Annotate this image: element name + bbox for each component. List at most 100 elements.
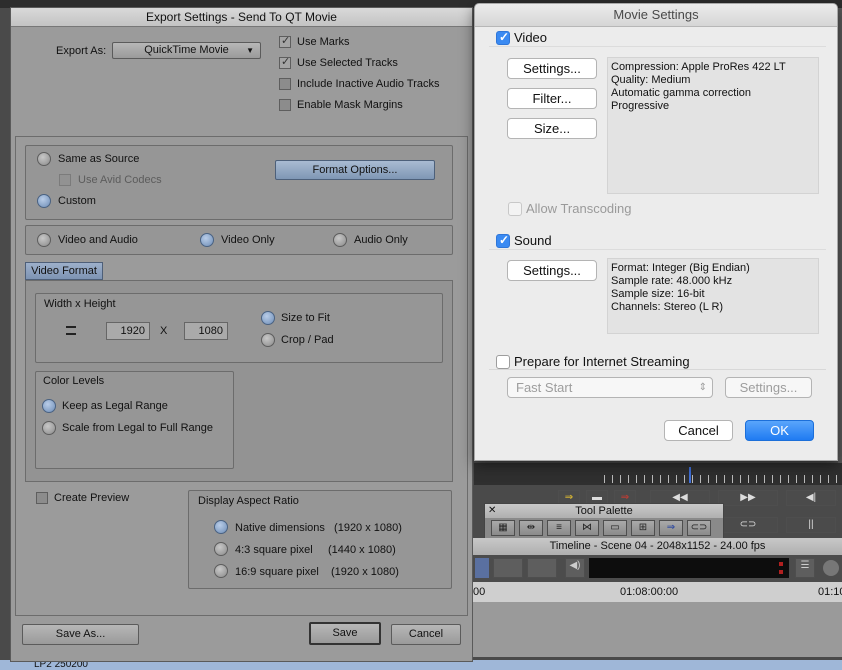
native-dimensions-radio[interactable] [214, 520, 228, 534]
video-and-audio-radio[interactable] [37, 233, 51, 247]
size-to-fit-radio[interactable] [261, 311, 275, 325]
size-group: Width x Height 1920 X 1080 Size to Fit C… [35, 293, 443, 363]
tool-segment-icon[interactable]: ▦ [491, 520, 515, 536]
sound-settings-button[interactable]: Settings... [507, 260, 597, 281]
tool-trim-icon[interactable]: ⇹ [519, 520, 543, 536]
use-avid-codecs-label: Use Avid Codecs [78, 174, 162, 186]
timeline-menu-icon[interactable]: ☰ [795, 558, 815, 578]
sixteen-nine-radio[interactable] [214, 564, 228, 578]
sound-info-box: Format: Integer (Big Endian) Sample rate… [607, 258, 819, 334]
height-field[interactable]: 1080 [184, 322, 228, 340]
use-avid-codecs-checkbox[interactable] [59, 174, 71, 186]
tool-grid-icon[interactable]: ⊞ [631, 520, 655, 536]
link-icon[interactable]: ⊂⊃ [718, 517, 778, 533]
custom-label: Custom [58, 195, 96, 207]
sixteen-nine-label: 16:9 square pixel (1920 x 1080) [235, 566, 399, 578]
export-settings-dialog: Export Settings - Send To QT Movie Expor… [10, 7, 473, 662]
audio-only-radio[interactable] [333, 233, 347, 247]
tool-palette-title: Tool Palette [485, 504, 723, 518]
export-dialog-title: Export Settings - Send To QT Movie [11, 8, 472, 27]
pause-icon[interactable]: || [786, 517, 836, 533]
use-marks-checkbox[interactable] [279, 34, 291, 48]
prepare-streaming-label: Prepare for Internet Streaming [514, 354, 690, 369]
timeline-tool-button-1[interactable] [493, 558, 523, 578]
tool-lift-icon[interactable]: ≡ [547, 520, 571, 536]
fast-forward-icon[interactable]: ▶▶ [718, 490, 778, 506]
tool-source-icon[interactable]: ▭ [603, 520, 627, 536]
aspect-ratio-group: Display Aspect Ratio Native dimensions (… [188, 490, 452, 589]
dropdown-arrow-icon: ▼ [246, 46, 254, 55]
audio-only-label: Audio Only [354, 234, 408, 246]
scale-legal-full-label: Scale from Legal to Full Range [62, 422, 214, 434]
enable-mask-margins-label: Enable Mask Margins [297, 99, 403, 111]
color-levels-group: Color Levels Keep as Legal Range Scale f… [35, 371, 234, 469]
prepare-streaming-checkbox[interactable] [496, 355, 510, 369]
ruler-ticks [604, 475, 842, 483]
speaker-icon[interactable]: ◀) [565, 558, 585, 578]
timeline-titlebar: Timeline - Scene 04 - 2048x1152 - 24.00 … [473, 538, 842, 556]
video-label: Video [514, 30, 548, 45]
four-three-radio[interactable] [214, 542, 228, 556]
width-field[interactable]: 1920 [106, 322, 150, 340]
timeline-tracks[interactable] [473, 602, 842, 657]
include-inactive-audio-checkbox[interactable] [279, 78, 291, 90]
export-as-label: Export As: [56, 45, 107, 57]
crop-pad-label: Crop / Pad [281, 334, 334, 346]
movie-cancel-button[interactable]: Cancel [664, 420, 733, 441]
format-options-button[interactable]: Format Options... [275, 160, 435, 180]
streaming-separator [489, 369, 826, 370]
timeline-track-button[interactable] [475, 558, 489, 578]
sound-label: Sound [514, 233, 552, 248]
crop-pad-radio[interactable] [261, 333, 275, 347]
use-selected-tracks-checkbox[interactable] [279, 55, 291, 69]
timeline-ruler[interactable] [474, 463, 842, 485]
export-as-select[interactable]: QuickTime Movie ▼ [112, 42, 261, 59]
tool-insert-icon[interactable]: ⇒ [659, 520, 683, 536]
video-size-button[interactable]: Size... [507, 118, 597, 139]
left-strip-bottom [0, 463, 10, 660]
video-info-box: Compression: Apple ProRes 422 LT Quality… [607, 57, 819, 194]
tracks-group: Video and Audio Video Only Audio Only [25, 225, 453, 255]
streaming-select-value: Fast Start [516, 380, 573, 395]
streaming-settings-button[interactable]: Settings... [725, 377, 812, 398]
allow-transcoding-checkbox[interactable] [508, 202, 522, 216]
video-filter-button[interactable]: Filter... [507, 88, 597, 109]
video-format-tab[interactable]: Video Format [25, 262, 103, 280]
scale-legal-full-radio[interactable] [42, 421, 56, 435]
tool-palette: Tool Palette ✕ ▦ ⇹ ≡ ⋈ ▭ ⊞ ⇒ ⊂⊃ [484, 503, 724, 539]
save-button[interactable]: Save [309, 622, 381, 645]
cancel-button[interactable]: Cancel [391, 624, 461, 645]
video-settings-button[interactable]: Settings... [507, 58, 597, 79]
size-x-label: X [160, 325, 168, 337]
same-as-source-label: Same as Source [58, 153, 140, 165]
movie-ok-button[interactable]: OK [745, 420, 814, 441]
aspect-lock-icon[interactable] [66, 326, 76, 335]
timecode-label-2: 01:08:00:00 [620, 586, 679, 598]
streaming-select[interactable]: Fast Start ⇕ [507, 377, 713, 398]
sound-checkbox[interactable] [496, 233, 510, 248]
custom-radio[interactable] [37, 194, 51, 208]
tool-link-icon[interactable]: ⊂⊃ [687, 520, 711, 536]
enable-mask-margins-checkbox[interactable] [279, 99, 291, 111]
timecode-label-3: 01:10 [818, 586, 842, 598]
allow-transcoding-label: Allow Transcoding [526, 201, 632, 216]
same-as-source-radio[interactable] [37, 152, 51, 166]
video-only-radio[interactable] [200, 233, 214, 247]
timeline-tool-button-2[interactable] [527, 558, 557, 578]
export-as-value: QuickTime Movie [144, 44, 229, 56]
create-preview-checkbox[interactable] [36, 492, 48, 504]
four-three-label: 4:3 square pixel (1440 x 1080) [235, 544, 396, 556]
tool-split-icon[interactable]: ⋈ [575, 520, 599, 536]
timeline-timecode-ruler[interactable]: 00 01:08:00:00 01:10 [473, 582, 842, 603]
color-levels-label: Color Levels [43, 375, 105, 387]
tool-palette-close-icon[interactable]: ✕ [488, 505, 496, 516]
native-dimensions-label: Native dimensions (1920 x 1080) [235, 522, 402, 534]
source-group: Same as Source Use Avid Codecs Custom Fo… [25, 145, 453, 220]
size-to-fit-label: Size to Fit [281, 312, 330, 324]
save-as-button[interactable]: Save As... [22, 624, 139, 645]
timeline-round-button[interactable] [823, 560, 839, 576]
keep-legal-range-radio[interactable] [42, 399, 56, 413]
create-preview-label: Create Preview [54, 492, 130, 504]
step-back-icon[interactable]: ◀| [786, 490, 836, 506]
video-checkbox[interactable] [496, 30, 510, 45]
